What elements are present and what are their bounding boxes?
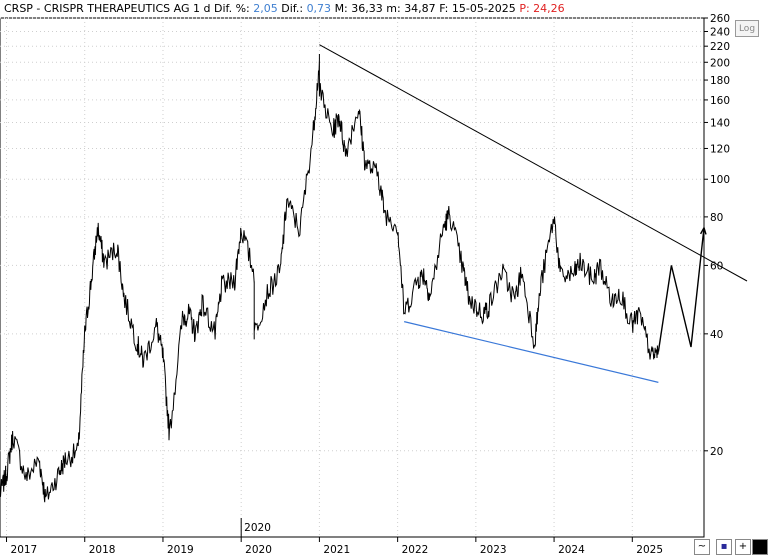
axes: 260 240 220 200 180 160 140 120 100 80 60 40 20 2017 2… xyxy=(6,13,730,556)
resistance-trendline xyxy=(319,44,748,282)
y-tick-label: 160 xyxy=(710,95,730,107)
x-tick-label: 2018 xyxy=(89,544,116,556)
x-tick-label: 2022 xyxy=(402,544,429,556)
x-tick-label: 2025 xyxy=(636,544,663,556)
x-tick-label: 2017 xyxy=(11,544,38,556)
y-tick-label: 220 xyxy=(710,41,730,53)
x-tick-label: 2023 xyxy=(480,544,507,556)
y-tick-label: 120 xyxy=(710,143,730,155)
y-tick-label: 40 xyxy=(710,329,723,341)
y-tick-label: 140 xyxy=(710,117,730,129)
y-tick-label: 200 xyxy=(710,57,730,69)
x-tick-label: 2019 xyxy=(167,544,194,556)
x-tick-label: 2020 xyxy=(245,544,272,556)
wave-icon[interactable]: ~ xyxy=(694,539,710,555)
y-tick-label: 260 xyxy=(710,13,730,25)
x-tick-label: 2021 xyxy=(323,544,350,556)
data-layer xyxy=(0,44,748,503)
save-icon[interactable]: ▪ xyxy=(716,539,732,555)
y-tick-label: 80 xyxy=(710,212,723,224)
y-tick-label: 180 xyxy=(710,75,730,87)
log-scale-button[interactable]: Log xyxy=(735,20,759,37)
plot-frame xyxy=(0,17,705,538)
y-tick-label: 100 xyxy=(710,174,730,186)
x-tick-label: 2024 xyxy=(558,544,585,556)
y-tick-label: 20 xyxy=(710,446,723,458)
y-tick-label: 60 xyxy=(710,260,723,272)
price-line xyxy=(0,54,659,503)
projection-path xyxy=(657,227,705,352)
color-swatch-icon[interactable] xyxy=(752,539,768,555)
price-chart: 260 240 220 200 180 160 140 120 100 80 60 40 20 2017 2… xyxy=(0,13,748,556)
year-marker-label: 2020 xyxy=(244,522,271,534)
grid xyxy=(0,17,705,538)
y-tick-label: 240 xyxy=(710,27,730,39)
expand-icon[interactable]: + xyxy=(735,539,751,555)
